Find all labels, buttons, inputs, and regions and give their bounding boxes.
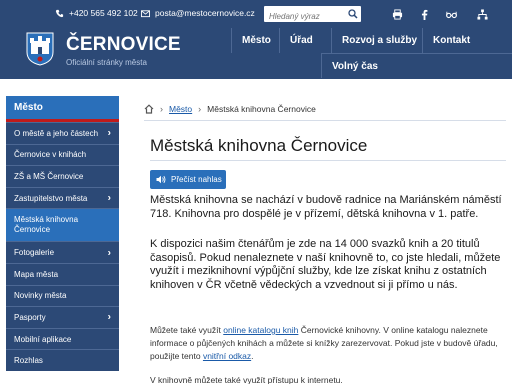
nav-mesto[interactable]: Město: [231, 28, 279, 53]
sidebar-item-rozhlas[interactable]: Rozhlas: [6, 349, 119, 371]
phone-link[interactable]: +420 565 492 102: [55, 8, 138, 18]
site-subtitle: Oficiální stránky města: [66, 58, 147, 67]
divider: [150, 160, 506, 161]
site-header: +420 565 492 102 posta@mestocernovice.cz…: [0, 0, 512, 79]
nav-volny-cas[interactable]: Volný čas: [321, 53, 512, 78]
chevron-right-icon: ›: [107, 192, 111, 204]
print-icon[interactable]: [392, 9, 403, 20]
email-address: posta@mestocernovice.cz: [155, 8, 255, 18]
sidebar-item-zs-a-ms[interactable]: ZŠ a MŠ Černovice: [6, 165, 119, 187]
nav-rozvoj-a-sluzby[interactable]: Rozvoj a služby: [331, 28, 422, 53]
mail-icon: [141, 9, 150, 17]
catalog-paragraph: Můžete také využít online katalogu knih …: [150, 325, 498, 361]
sidebar-item-o-meste[interactable]: O městě a jeho částech ›: [6, 122, 119, 144]
sidebar-item-label: Zastupitelstvo města: [14, 193, 88, 203]
internet-paragraph: V knihovně můžete také využít přístupu k…: [150, 375, 343, 384]
sidebar-item-pasporty[interactable]: Pasporty ›: [6, 306, 119, 328]
sidebar-item-mobilni-aplikace[interactable]: Mobilní aplikace: [6, 327, 119, 350]
sidebar-item-label: O městě a jeho částech: [14, 128, 99, 138]
chevron-right-icon: ›: [107, 247, 111, 259]
nav-urad[interactable]: Úřad: [279, 28, 331, 53]
sidebar: Město O městě a jeho částech › Černovice…: [6, 96, 119, 371]
sidebar-item-label: Novinky města: [14, 291, 67, 301]
facebook-icon[interactable]: [419, 9, 430, 20]
search-icon[interactable]: [348, 9, 358, 19]
sitemap-icon[interactable]: [477, 9, 488, 20]
chevron-right-icon: ›: [107, 127, 111, 139]
chevron-right-icon: ›: [107, 311, 111, 323]
sidebar-item-zastupitelstvo[interactable]: Zastupitelstvo města ›: [6, 186, 119, 209]
top-bar: +420 565 492 102 posta@mestocernovice.cz: [0, 0, 512, 28]
sidebar-item-label: Mobilní aplikace: [14, 334, 72, 344]
search-input[interactable]: [264, 8, 344, 25]
nav-kontakt[interactable]: Kontakt: [422, 28, 512, 53]
sidebar-heading[interactable]: Město: [6, 96, 119, 122]
read-aloud-button[interactable]: Přečíst nahlas: [150, 170, 226, 189]
email-link[interactable]: posta@mestocernovice.cz: [141, 8, 255, 18]
read-aloud-label: Přečíst nahlas: [171, 175, 222, 184]
sidebar-item-label: Rozhlas: [14, 356, 43, 366]
breadcrumb-link-mesto[interactable]: Město: [169, 104, 192, 114]
site-title: ČERNOVICE: [66, 34, 181, 55]
phone-number: +420 565 492 102: [69, 8, 138, 18]
sidebar-item-mapa-mesta[interactable]: Mapa města: [6, 262, 119, 285]
sidebar-item-label: ZŠ a MŠ Černovice: [14, 171, 84, 181]
breadcrumb-separator: ›: [198, 104, 202, 114]
glasses-icon[interactable]: [446, 9, 457, 20]
search-box: [264, 6, 361, 25]
online-catalog-link[interactable]: online katalogu knih: [223, 325, 298, 335]
sidebar-item-fotogalerie[interactable]: Fotogalerie ›: [6, 241, 119, 263]
home-icon[interactable]: [144, 104, 154, 114]
sidebar-item-label: Fotogalerie: [14, 248, 55, 258]
sidebar-item-novinky[interactable]: Novinky města: [6, 284, 119, 307]
intro-paragraph: Městská knihovna se nachází v budově rad…: [150, 194, 502, 220]
main-navigation: Město Úřad Rozvoj a služby Kontakt Volný…: [231, 28, 512, 79]
sidebar-item-label: Mapa města: [14, 269, 59, 279]
site-brand[interactable]: ČERNOVICE Oficiální stránky města: [26, 32, 181, 67]
internal-link[interactable]: vnitřní odkaz: [203, 351, 251, 361]
phone-icon: [55, 9, 64, 17]
sidebar-item-knihovna[interactable]: Městská knihovna Černovice: [6, 208, 119, 242]
divider: [144, 120, 506, 121]
breadcrumb-current: Městská knihovna Černovice: [207, 104, 316, 114]
sidebar-item-label: Městská knihovna Černovice: [14, 214, 79, 235]
sidebar-item-cernovice-v-knihach[interactable]: Černovice v knihách: [6, 143, 119, 166]
collection-paragraph: K dispozici našim čtenářům je zde na 14 …: [150, 238, 501, 291]
page-title: Městská knihovna Černovice: [150, 136, 368, 155]
breadcrumb: › Město › Městská knihovna Černovice: [144, 104, 316, 114]
sidebar-item-label: Pasporty: [14, 312, 46, 322]
city-crest-logo: [26, 32, 54, 66]
speaker-icon: [156, 175, 166, 184]
sidebar-item-label: Černovice v knihách: [14, 150, 87, 160]
breadcrumb-separator: ›: [160, 104, 163, 114]
